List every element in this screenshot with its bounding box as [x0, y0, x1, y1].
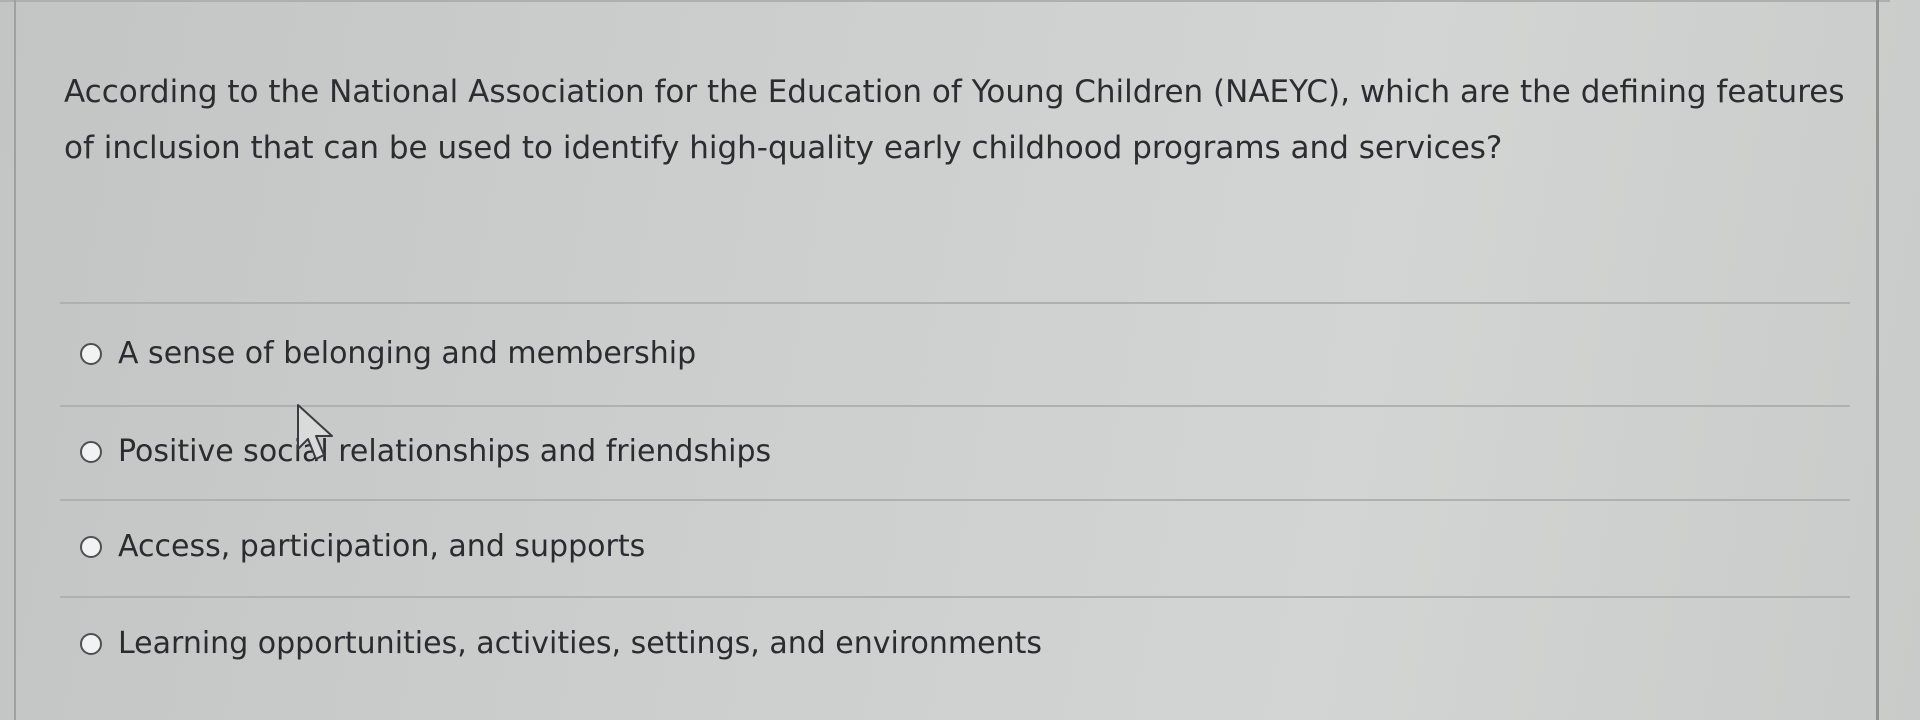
radio-unselected-icon[interactable]: [80, 342, 102, 365]
answer-option-label[interactable]: Positive social relationships and friend…: [118, 434, 771, 469]
answer-option-2[interactable]: Positive social relationships and friend…: [80, 434, 771, 469]
answer-option-1[interactable]: A sense of belonging and membership: [80, 336, 696, 371]
answer-option-3[interactable]: Access, participation, and supports: [80, 529, 645, 564]
mouse-pointer-icon: [297, 404, 333, 460]
window-right-border: [1876, 0, 1879, 720]
divider: [60, 596, 1850, 598]
radio-unselected-icon[interactable]: [80, 632, 102, 655]
divider: [60, 302, 1850, 304]
radio-unselected-icon[interactable]: [80, 535, 102, 558]
answer-option-4[interactable]: Learning opportunities, activities, sett…: [80, 626, 1042, 661]
screen: According to the National Association fo…: [0, 0, 1920, 720]
question-card: According to the National Association fo…: [16, 2, 1876, 720]
answer-option-label[interactable]: A sense of belonging and membership: [118, 336, 696, 371]
divider: [60, 499, 1850, 501]
answer-option-label[interactable]: Learning opportunities, activities, sett…: [118, 626, 1042, 661]
question-text: According to the National Association fo…: [64, 74, 1845, 166]
radio-unselected-icon[interactable]: [80, 440, 102, 463]
answer-option-label[interactable]: Access, participation, and supports: [118, 529, 645, 564]
